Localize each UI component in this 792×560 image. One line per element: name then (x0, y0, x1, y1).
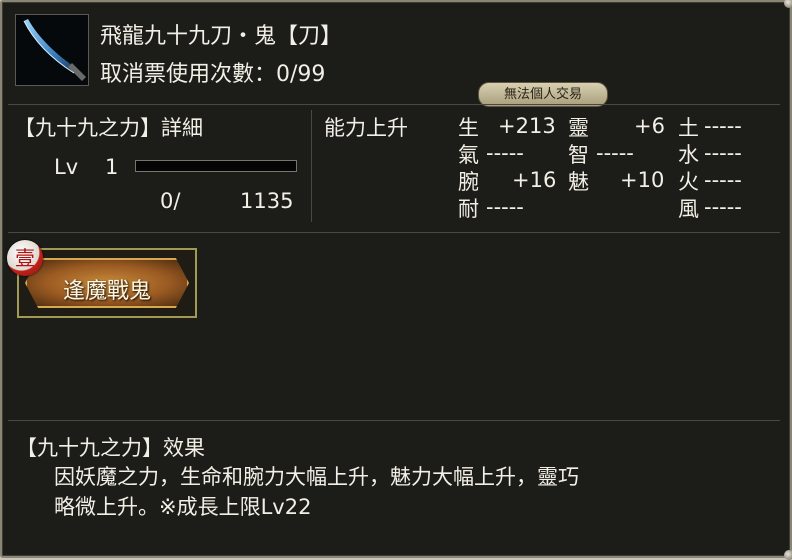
level-value: 1 (105, 155, 119, 179)
detail-section-title: 【九十九之力】詳細 (14, 116, 203, 140)
stat-value: ----- (486, 195, 524, 219)
stat-value: ----- (704, 141, 742, 165)
level-label: Lv (54, 155, 79, 179)
skill-button[interactable]: 逢魔戰鬼 (17, 248, 197, 318)
stat-name: 水 (678, 143, 699, 167)
stat-name: 氣 (458, 143, 479, 167)
exp-progress-bar (135, 160, 297, 172)
divider (8, 104, 780, 105)
exp-max: 1135 (240, 189, 294, 213)
cancel-ticket-uses: 取消票使用次數：0/99 (100, 62, 326, 87)
stat-value: ----- (704, 114, 742, 138)
item-tooltip-window: 飛龍九十九刀・鬼【刀】 取消票使用次數：0/99 無法個人交易 【九十九之力】詳… (0, 0, 792, 560)
stat-name: 靈 (568, 116, 589, 140)
stat-value: +16 (512, 168, 557, 192)
item-icon (15, 14, 89, 86)
stat-name: 腕 (458, 170, 479, 194)
skill-plate: 逢魔戰鬼 (25, 258, 189, 308)
stat-name: 生 (458, 116, 479, 140)
curved-blade-icon (23, 19, 86, 81)
effect-title: 【九十九之力】效果 (16, 436, 205, 460)
stat-value: ----- (704, 168, 742, 192)
item-title: 飛龍九十九刀・鬼【刀】 (100, 24, 343, 49)
skill-label: 逢魔戰鬼 (62, 279, 151, 304)
stat-value: +213 (498, 114, 556, 138)
ability-section-title: 能力上升 (324, 116, 408, 140)
stat-value: ----- (704, 195, 742, 219)
stat-name: 耐 (458, 197, 479, 221)
divider (8, 420, 780, 421)
divider (311, 110, 312, 222)
stat-value: +6 (634, 114, 665, 138)
corner-stud-icon (784, 550, 792, 560)
effect-description-line: 因妖魔之力，生命和腕力大幅上升，魅力大幅上升，靈巧 (54, 465, 579, 489)
effect-description-line: 略微上升。※成長上限Lv22 (54, 495, 312, 519)
stat-name: 土 (678, 116, 699, 140)
tier-badge-icon: 壹 (7, 240, 43, 276)
stat-name: 火 (678, 170, 699, 194)
stat-name: 風 (678, 197, 699, 221)
corner-stud-icon (784, 0, 792, 8)
stat-value: ----- (596, 141, 634, 165)
exp-current: 0/ (160, 189, 181, 213)
stat-value: ----- (486, 141, 524, 165)
stat-name: 魅 (568, 170, 589, 194)
divider (8, 232, 780, 233)
stat-value: +10 (620, 168, 665, 192)
stat-name: 智 (568, 143, 589, 167)
